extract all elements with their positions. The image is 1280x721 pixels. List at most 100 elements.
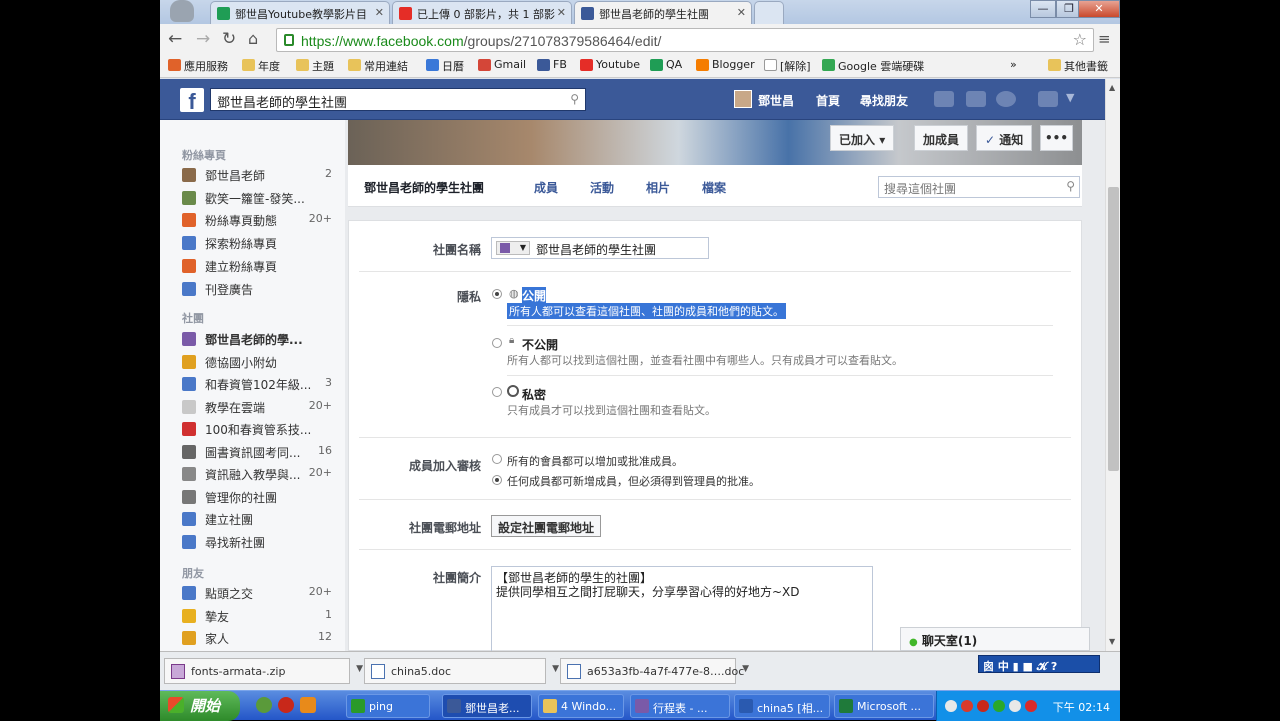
tab-photos[interactable]: 相片 [646, 179, 670, 196]
joined-button[interactable]: 已加入 ▾ [830, 125, 895, 151]
add-member-button[interactable]: 加成員 [914, 125, 969, 151]
quicklaunch-icon[interactable] [256, 697, 272, 713]
taskbar-button[interactable]: Microsoft ... [834, 694, 934, 718]
page-scrollbar[interactable]: ▲ ▼ [1105, 79, 1120, 651]
group-item[interactable]: 資訊融入教學與... 20+ [182, 465, 332, 485]
download-item[interactable]: china5.doc ▼ [364, 658, 559, 684]
tab-youtube-upload[interactable]: 已上傳 0 部影片，共 1 部影 ✕ [392, 1, 572, 24]
group-item[interactable]: 德協國小附幼 [182, 353, 332, 373]
group-item[interactable]: 尋找新社團 [182, 533, 332, 553]
messages-icon[interactable] [966, 91, 986, 107]
bookmark-item[interactable]: 年度 [242, 58, 280, 74]
bookmark-item[interactable]: 應用服務 [168, 58, 228, 74]
fanpage-item[interactable]: 鄧世昌老師 2 [182, 166, 332, 186]
notifications-icon[interactable] [996, 91, 1016, 107]
network-icon[interactable] [993, 700, 1005, 712]
taskbar-button[interactable]: 4 Windo... [538, 694, 624, 718]
search-icon[interactable]: ⚲ [570, 92, 579, 106]
bookmark-item[interactable]: Google 雲端硬碟 [822, 58, 924, 74]
bookmark-item[interactable]: [解除] [764, 58, 811, 74]
avatar[interactable] [734, 90, 752, 108]
group-item[interactable]: 和春資管102年級... 3 [182, 375, 332, 395]
fanpage-item[interactable]: 刊登廣告 [182, 280, 332, 300]
more-bookmarks-button[interactable]: » [1010, 58, 1017, 71]
bookmark-item[interactable]: 主題 [296, 58, 334, 74]
home-icon[interactable]: ⌂ [248, 30, 258, 48]
close-icon[interactable]: ✕ [737, 6, 746, 19]
group-item[interactable]: 建立社團 [182, 510, 332, 530]
search-icon[interactable]: ⚲ [1066, 179, 1075, 193]
tab-group-name[interactable]: 鄧世昌老師的學生社團 [364, 179, 484, 196]
group-item[interactable]: 圖書資訊國考同... 16 [182, 443, 332, 463]
facebook-search-input[interactable]: 鄧世昌老師的學生社團 ⚲ [210, 88, 586, 111]
address-bar[interactable]: https://www.facebook.com/groups/27107837… [276, 28, 1094, 52]
bookmark-item[interactable]: QA [650, 58, 682, 71]
chat-tab[interactable]: ● 聊天室(1) [900, 627, 1090, 651]
group-search-input[interactable]: 搜尋這個社團 ⚲ [878, 176, 1080, 198]
tray-icon[interactable] [1009, 700, 1021, 712]
bookmark-item[interactable]: 常用連結 [348, 58, 408, 74]
group-icon-picker[interactable]: ▼ [496, 241, 530, 255]
star-icon[interactable]: ☆ [1073, 30, 1087, 49]
reload-icon[interactable]: ↻ [222, 30, 236, 48]
fanpage-item[interactable]: 探索粉絲專頁 [182, 234, 332, 254]
privacy-closed-radio[interactable] [492, 338, 502, 348]
chevron-down-icon[interactable]: ▼ [742, 664, 749, 674]
more-button[interactable]: ••• [1040, 125, 1074, 151]
new-tab-button[interactable] [754, 1, 784, 24]
friend-list-item[interactable]: 摯友 1 [182, 607, 332, 627]
tray-icon[interactable] [977, 700, 989, 712]
close-window-button[interactable]: ✕ [1078, 0, 1120, 18]
privacy-public-radio[interactable] [492, 289, 502, 299]
tray-icon[interactable] [961, 700, 973, 712]
start-button[interactable]: 開始 [160, 691, 240, 721]
group-item[interactable]: 100和春資管系技... [182, 420, 332, 440]
scrollbar-thumb[interactable] [1108, 187, 1119, 471]
taskbar-button[interactable]: ping [346, 694, 430, 718]
quicklaunch-icon[interactable] [300, 697, 316, 713]
fanpage-item[interactable]: 歡笑一籮筐-發笑... [182, 189, 332, 209]
group-description-textarea[interactable]: 【鄧世昌老師的學生的社團】 提供同學相互之間打屁聊天，分享學習心得的好地方~XD [491, 566, 873, 651]
privacy-shortcuts-icon[interactable] [1038, 91, 1058, 107]
set-email-button[interactable]: 設定社團電郵地址 [491, 515, 602, 537]
friend-list-item[interactable]: 點頭之交 20+ [182, 584, 332, 604]
taskbar-button[interactable]: china5 [相... [734, 694, 830, 718]
approval-admin-radio[interactable] [492, 475, 502, 485]
group-item[interactable]: 鄧世昌老師的學... [182, 330, 332, 350]
bookmark-item[interactable]: FB [537, 58, 567, 71]
bookmark-item[interactable]: 日曆 [426, 58, 464, 74]
profile-avatar-icon[interactable] [170, 0, 194, 22]
back-icon[interactable]: ← [168, 30, 182, 48]
download-item[interactable]: a653a3fb-4a7f-477e-8….doc ▼ [560, 658, 749, 684]
chevron-down-icon[interactable]: ▼ [552, 664, 559, 674]
fanpage-item[interactable]: 建立粉絲專頁 [182, 257, 332, 277]
notify-button[interactable]: ✓ 通知 [976, 125, 1033, 151]
friend-requests-icon[interactable] [934, 91, 954, 107]
tab-members[interactable]: 成員 [534, 179, 558, 196]
tab-events[interactable]: 活動 [590, 179, 614, 196]
home-link[interactable]: 首頁 [816, 92, 840, 109]
group-name-input[interactable]: ▼ 鄧世昌老師的學生社團 [491, 237, 709, 259]
chevron-down-icon[interactable]: ▼ [356, 664, 363, 674]
group-item[interactable]: 管理你的社團 [182, 488, 332, 508]
approval-anyone-radio[interactable] [492, 454, 502, 464]
taskbar-button[interactable]: 鄧世昌老... [442, 694, 532, 718]
facebook-logo-icon[interactable]: f [180, 88, 204, 114]
quicklaunch-icon[interactable] [278, 697, 294, 713]
bookmark-item[interactable]: Gmail [478, 58, 526, 71]
minimize-button[interactable]: — [1030, 0, 1056, 18]
ime-toolbar[interactable]: 囪 中 ▮ ■ 𝓚 ? [978, 655, 1100, 673]
group-item[interactable]: 教學在雲端 20+ [182, 398, 332, 418]
tab-facebook-group[interactable]: 鄧世昌老師的學生社團 ✕ [574, 1, 752, 25]
forward-icon[interactable]: → [196, 30, 210, 48]
close-icon[interactable]: ✕ [375, 6, 384, 19]
profile-link[interactable]: 鄧世昌 [758, 92, 794, 109]
privacy-secret-radio[interactable] [492, 387, 502, 397]
friend-list-item[interactable]: 家人 12 [182, 629, 332, 649]
menu-icon[interactable]: ≡ [1098, 30, 1111, 48]
system-clock[interactable]: 下午 02:14 [1053, 699, 1110, 715]
tray-icon[interactable] [945, 700, 957, 712]
fanpage-item[interactable]: 粉絲專頁動態 20+ [182, 211, 332, 231]
find-friends-link[interactable]: 尋找朋友 [860, 92, 908, 109]
tray-icon[interactable] [1025, 700, 1037, 712]
